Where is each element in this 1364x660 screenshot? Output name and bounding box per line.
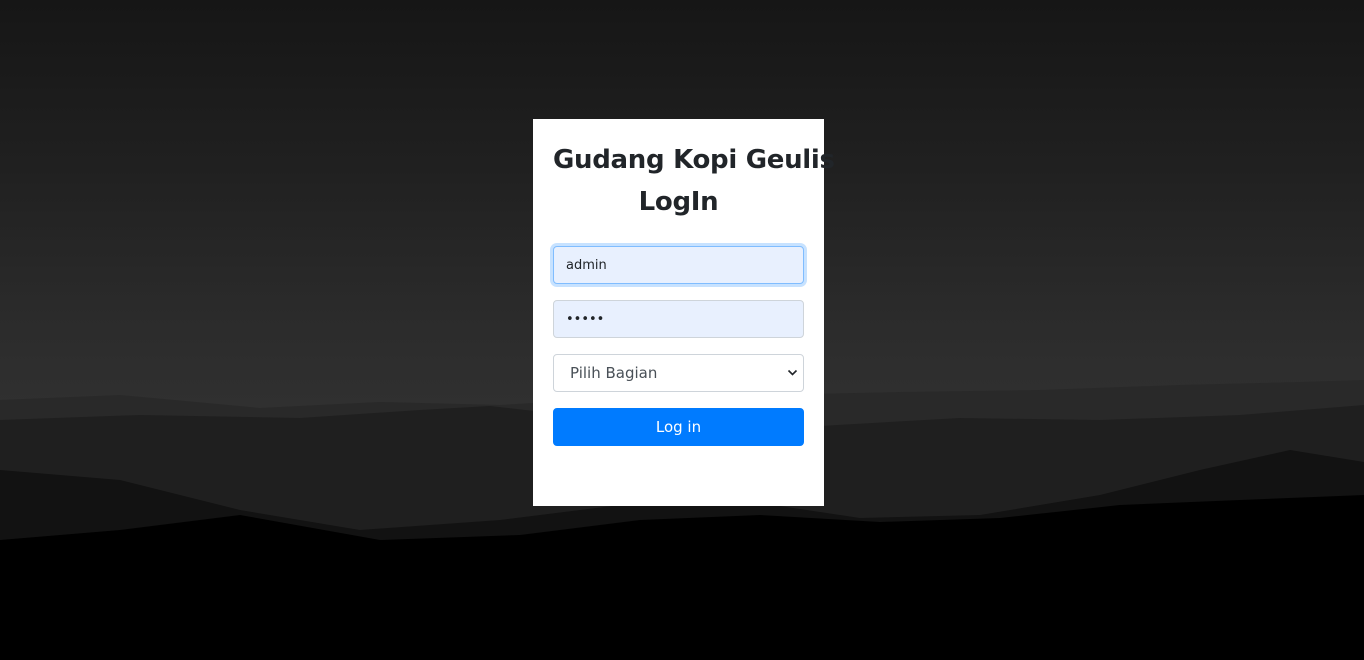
username-input[interactable] — [553, 246, 804, 284]
role-select[interactable]: Pilih Bagian — [553, 354, 804, 392]
login-heading: LogIn — [638, 187, 719, 217]
chevron-down-icon — [787, 369, 798, 376]
login-button[interactable]: Log in — [553, 408, 804, 446]
login-form: Pilih Bagian Log in — [553, 246, 804, 446]
app-name: Gudang Kopi Geulis — [553, 145, 835, 175]
login-card: Gudang Kopi Geulis LogIn Pilih Bagian Lo… — [533, 119, 835, 506]
login-title: Gudang Kopi Geulis LogIn — [553, 139, 835, 223]
password-input[interactable] — [553, 300, 804, 338]
role-select-value[interactable]: Pilih Bagian — [553, 354, 804, 392]
login-page: Gudang Kopi Geulis LogIn Pilih Bagian Lo… — [0, 0, 1364, 660]
